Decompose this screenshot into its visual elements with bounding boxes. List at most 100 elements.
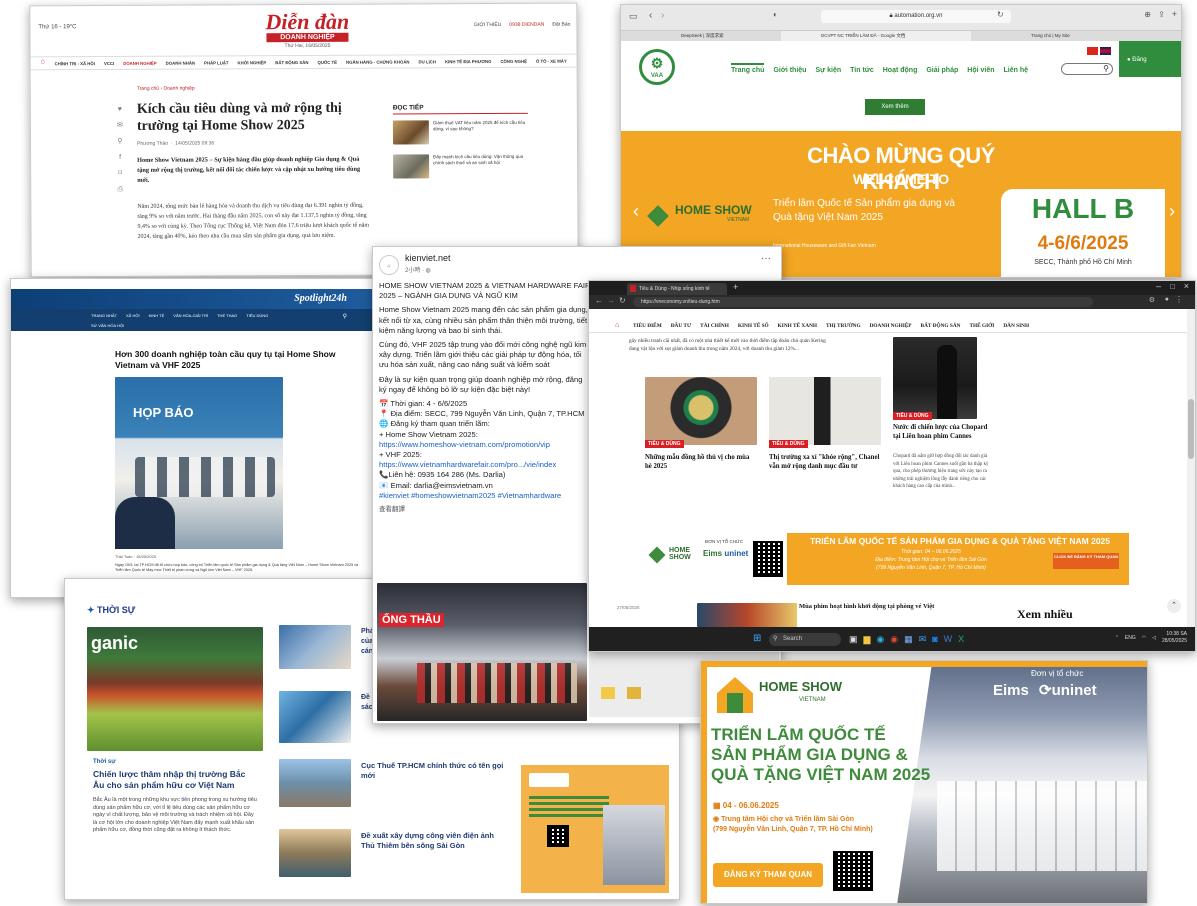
ad-register-button[interactable]: CLICK ĐỂ ĐĂNG KÝ THAM QUAN [1053, 553, 1119, 569]
back-icon[interactable]: ‹ [649, 10, 652, 21]
article-title[interactable]: Những mẫu đồng hồ thú vị cho mùa hè 2025 [645, 453, 757, 471]
news-thumbnail[interactable] [279, 625, 351, 669]
carousel-next-icon[interactable]: › [1169, 201, 1175, 222]
file-explorer-icon[interactable]: ▆ [864, 634, 871, 645]
bookmark-icon[interactable]: ⌑ [115, 166, 125, 182]
category-tag[interactable]: TIÊU & DÙNG [769, 440, 808, 448]
author[interactable]: Phương Thảo [137, 141, 168, 147]
carousel-prev-icon[interactable]: ‹ [633, 201, 639, 222]
watch-photo[interactable] [645, 377, 757, 445]
address-bar[interactable]: 🔒︎ automation.org.vn [821, 10, 1011, 23]
nav-item[interactable]: Hoạt động [883, 67, 918, 74]
news-thumbnail[interactable] [279, 829, 351, 877]
volume-icon[interactable]: ◁ [1152, 635, 1156, 641]
nav-item[interactable]: DU LỊCH [419, 59, 436, 64]
site-logo[interactable]: Spotlight24h [294, 293, 347, 304]
page-name[interactable]: kienviet.net [405, 253, 451, 263]
author[interactable]: Thái Toàn [115, 554, 133, 559]
clock[interactable]: 10:38 SA 28/05/2025 [1162, 631, 1187, 645]
expo-booth-photo[interactable]: ỐNG THẦU [377, 583, 587, 721]
news-item-title[interactable]: Cục Thuế TP.HCM chính thức có tên gọi mớ… [361, 761, 509, 781]
vn-flag-icon[interactable] [1087, 47, 1098, 55]
reload-icon[interactable]: ↻ [997, 10, 1004, 19]
facebook-icon[interactable]: f [115, 150, 125, 166]
word-icon[interactable]: W [944, 634, 953, 645]
link-intro[interactable]: GIỚI THIỆU [474, 22, 501, 28]
back-icon[interactable]: ← [595, 296, 603, 305]
start-icon[interactable]: ⊞ [753, 633, 761, 644]
news-thumbnail[interactable] [279, 691, 351, 743]
link-hotline[interactable]: 0938 DIENDAN [509, 22, 544, 28]
nav-item[interactable]: SỨ VĂN HÓA HỘI [91, 323, 377, 328]
share-icon[interactable]: ⚲ [115, 134, 125, 150]
news-item-title[interactable]: Đề xuất xây dựng công viên điện ảnh Thủ … [361, 831, 509, 851]
tray-arrow-icon[interactable]: ⌃ [1115, 635, 1119, 641]
nav-item[interactable]: Trang chủ [731, 63, 765, 74]
download-icon[interactable]: ⊕ [1144, 10, 1151, 19]
home-icon[interactable]: ⌂ [41, 58, 45, 65]
store-icon[interactable]: ▦ [904, 634, 913, 645]
search-icon[interactable]: ⚲ [1103, 64, 1109, 73]
print-icon[interactable]: ⎙ [115, 182, 125, 198]
nav-item[interactable]: Giới thiệu [773, 67, 806, 74]
taskbar-search[interactable]: ⚲ Search [769, 633, 841, 646]
nav-item[interactable]: TRANG NHẤT [91, 313, 117, 318]
nav-item[interactable]: CHÍNH TRỊ - XÃ HỘI [55, 61, 95, 66]
nav-item[interactable]: DOANH NHÂN [166, 61, 195, 66]
nav-item[interactable]: THỂ THAO [217, 313, 237, 318]
zalo-icon[interactable]: ◙ [932, 634, 937, 645]
nav-item[interactable]: ĐẦU TƯ [671, 323, 691, 329]
nav-item[interactable]: KINH TẾ SỐ [738, 323, 769, 329]
search-icon[interactable]: ⚲ [343, 313, 347, 320]
nav-item[interactable]: QUỐC TẾ [317, 60, 337, 65]
main-article-title[interactable]: Chiến lược thâm nhập thị trường Bắc Âu c… [93, 769, 253, 791]
scroll-top-icon[interactable]: ⌃ [1167, 599, 1181, 613]
language-indicator[interactable]: ENG [1125, 635, 1136, 641]
tab[interactable]: DeepSeek | 深度求索 [621, 31, 781, 41]
category-tag[interactable]: TIÊU & DÙNG [645, 440, 684, 448]
address-bar[interactable]: https://vneconomy.vn/tieu-dung.htm [633, 297, 1093, 307]
nav-item[interactable]: TÀI CHÍNH [700, 323, 729, 329]
nav-item[interactable]: Tin tức [850, 67, 874, 74]
supermarket-photo[interactable]: ganic [87, 627, 263, 751]
privacy-icon[interactable]: ◐ [773, 10, 778, 19]
nav-item[interactable]: KINH TẾ ĐỊA PHƯƠNG [445, 59, 491, 64]
language-flags[interactable] [1087, 47, 1111, 55]
new-tab-icon[interactable]: + [1172, 9, 1177, 19]
nav-item[interactable]: DÂN SINH [1003, 323, 1029, 329]
tab[interactable]: DCVPT NC TRIỂN LÃM ĐÃ - Google 文档 [781, 31, 971, 41]
en-flag-icon[interactable] [1100, 47, 1111, 55]
excel-icon[interactable]: X [958, 634, 964, 645]
cartoon-thumbnail[interactable] [697, 603, 797, 627]
maximize-icon[interactable]: □ [1170, 282, 1175, 291]
article-title[interactable]: Mùa phim hoạt hình khởi động tại phòng v… [799, 603, 999, 610]
nav-item[interactable]: BẤT ĐỘNG SẢN [275, 60, 308, 65]
section-title[interactable]: ✦ THỜI SỰ [87, 605, 135, 616]
nav-item[interactable]: KHỞI NGHIỆP [238, 60, 267, 65]
nav-item[interactable]: CÔNG NGHỆ [500, 59, 527, 64]
nav-item[interactable]: VCCI [104, 61, 114, 66]
nav-item[interactable]: THẾ GIỚI [969, 323, 994, 329]
news-thumbnail[interactable] [279, 759, 351, 807]
register-button[interactable]: ĐĂNG KÝ THAM QUAN [713, 863, 823, 887]
sidebar-toggle-icon[interactable]: ▭ [629, 11, 638, 22]
scroll-thumb[interactable] [1188, 399, 1194, 459]
more-options-icon[interactable]: ··· [761, 253, 771, 264]
article-title[interactable]: Nước đi chiến lược của Chopard tại Liên … [893, 423, 989, 441]
browser-tab[interactable]: Tiêu & Dùng - Nhịp sống kinh tế [627, 283, 727, 295]
minimize-icon[interactable]: – [1156, 281, 1161, 291]
nav-item[interactable]: KINH TẾ [149, 313, 165, 318]
nav-item[interactable]: NGÂN HÀNG - CHỨNG KHOÁN [346, 59, 410, 64]
mail-icon[interactable]: ✉ [919, 634, 927, 645]
login-button[interactable]: ● Đăng [1119, 41, 1181, 77]
category-tag[interactable]: TIÊU & DÙNG [893, 412, 932, 420]
product-thumb[interactable] [601, 687, 615, 699]
nav-item[interactable]: VĂN HÓA-GIẢI TRÍ [173, 313, 208, 318]
register-qr-code[interactable] [833, 851, 873, 891]
sidebar-item[interactable]: Giảm thuế VAT liệu năm 2025 để kích cầu … [392, 120, 533, 147]
forward-icon[interactable]: › [661, 10, 664, 21]
scrollbar[interactable] [1187, 309, 1195, 627]
taskview-icon[interactable]: ▣ [849, 634, 858, 645]
menu-icon[interactable]: ⋮ [1175, 295, 1183, 304]
article-title[interactable]: Thị trường xa xỉ "khóe rộng", Chanel vẫn… [769, 453, 881, 471]
